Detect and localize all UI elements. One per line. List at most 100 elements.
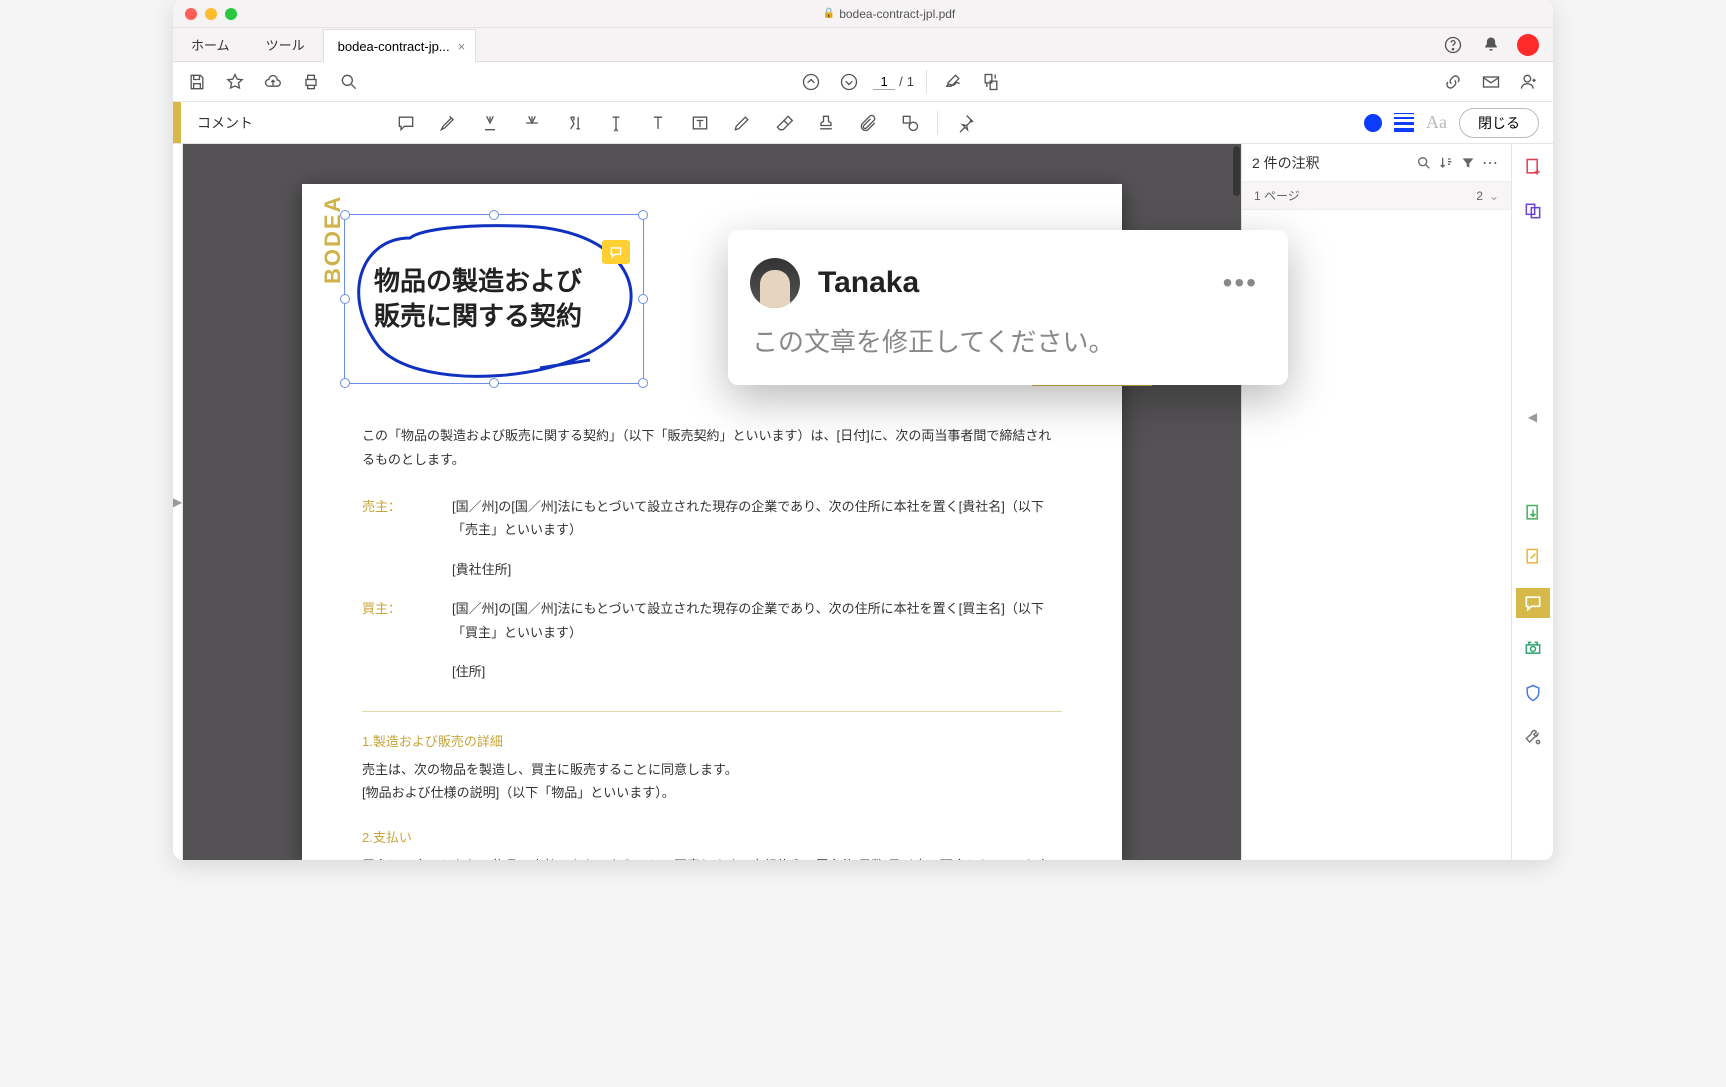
comment-toolbar: コメント Aa 閉じる <box>173 102 1553 144</box>
page-up-icon[interactable] <box>797 68 825 96</box>
share-link-icon[interactable] <box>1439 68 1467 96</box>
comment-text: この文章を修正してください。 <box>752 322 1258 359</box>
more-annotations-icon[interactable]: ⋯ <box>1479 153 1501 173</box>
sticky-note-icon[interactable] <box>389 106 423 140</box>
fill-sign-icon[interactable] <box>939 68 967 96</box>
collapse-page-annotations-icon[interactable]: ⌄ <box>1489 189 1499 203</box>
annotations-page-count: 2 <box>1476 189 1483 203</box>
window-minimize-light[interactable] <box>205 8 217 20</box>
tab-tools[interactable]: ツール <box>248 28 323 61</box>
strikethrough-icon[interactable] <box>515 106 549 140</box>
comment-popup: Tanaka ••• この文章を修正してください。 <box>728 230 1288 385</box>
font-style-button[interactable]: Aa <box>1426 112 1447 133</box>
highlight-icon[interactable] <box>431 106 465 140</box>
seller-address: [貴社住所] <box>452 558 1062 581</box>
close-tab-icon[interactable]: × <box>458 39 466 54</box>
help-icon[interactable] <box>1441 33 1465 57</box>
page-down-icon[interactable] <box>835 68 863 96</box>
search-annotations-icon[interactable] <box>1413 155 1435 171</box>
line-thickness-icon[interactable] <box>1394 113 1414 132</box>
left-panel-rail: ▶ <box>173 144 183 860</box>
comment-tool-icon[interactable] <box>1516 588 1550 618</box>
sort-annotations-icon[interactable] <box>1435 155 1457 171</box>
annotations-count: 2 件の注釈 <box>1252 153 1413 173</box>
section-1-p1: 売主は、次の物品を製造し、買主に販売することに同意します。 <box>362 758 1062 781</box>
comment-author-avatar <box>750 258 800 308</box>
seller-body: [国／州]の[国／州]法にもとづいて設立された現存の企業であり、次の住所に本社を… <box>452 495 1062 542</box>
titlebar: 🔒 bodea-contract-jpl.pdf <box>173 0 1553 28</box>
underline-icon[interactable] <box>473 106 507 140</box>
save-icon[interactable] <box>183 68 211 96</box>
organize-pages-icon[interactable] <box>977 68 1005 96</box>
resize-handle[interactable] <box>340 294 350 304</box>
expand-left-panel-icon[interactable]: ▶ <box>173 495 182 509</box>
star-icon[interactable] <box>221 68 249 96</box>
pencil-draw-icon[interactable] <box>725 106 759 140</box>
resize-handle[interactable] <box>638 378 648 388</box>
resize-handle[interactable] <box>489 210 499 220</box>
tab-document-label: bodea-contract-jp... <box>338 39 450 54</box>
text-box-icon[interactable] <box>683 106 717 140</box>
section-2-p: 買主は、次のとおりに物品の支払いをおこなうことに同意します。本契約書に署名後[日… <box>362 854 1062 860</box>
window-title: bodea-contract-jpl.pdf <box>839 7 955 21</box>
divider <box>362 711 1062 712</box>
toolbar-stripe <box>173 102 181 143</box>
window-close-light[interactable] <box>185 8 197 20</box>
combine-files-icon[interactable] <box>1520 198 1546 224</box>
eraser-icon[interactable] <box>767 106 801 140</box>
page-total: 1 <box>907 74 914 89</box>
seller-label: 売主： <box>362 495 452 581</box>
annotations-page-label: 1 ページ <box>1254 187 1300 204</box>
comment-toolbar-label: コメント <box>181 113 269 133</box>
more-tools-icon[interactable] <box>1520 724 1546 750</box>
section-2-heading: 2.支払い <box>362 826 1062 849</box>
shapes-icon[interactable] <box>893 106 927 140</box>
resize-handle[interactable] <box>340 210 350 220</box>
scan-ocr-icon[interactable] <box>1520 636 1546 662</box>
export-pdf-icon[interactable] <box>1520 500 1546 526</box>
resize-handle[interactable] <box>489 378 499 388</box>
section-1-heading: 1.製造および販売の詳細 <box>362 730 1062 753</box>
buyer-body: [国／州]の[国／州]法にもとづいて設立された現存の企業であり、次の住所に本社を… <box>452 597 1062 644</box>
buyer-address: [住所] <box>452 660 1062 683</box>
protect-icon[interactable] <box>1520 680 1546 706</box>
notifications-icon[interactable] <box>1479 33 1503 57</box>
tab-home[interactable]: ホーム <box>173 28 248 61</box>
close-button[interactable]: 閉じる <box>1459 108 1539 138</box>
add-person-icon[interactable] <box>1515 68 1543 96</box>
edit-pdf-icon[interactable] <box>1520 544 1546 570</box>
file-toolbar: / 1 <box>173 62 1553 102</box>
page-indicator: / 1 <box>873 74 914 90</box>
right-tool-rail: ◀ <box>1511 144 1553 860</box>
tabstrip: ホーム ツール bodea-contract-jp... × <box>173 28 1553 62</box>
replace-text-icon[interactable] <box>557 106 591 140</box>
section-1-p2: [物品および仕様の説明]（以下「物品」といいます）。 <box>362 781 1062 804</box>
vertical-scrollbar[interactable] <box>1233 146 1240 196</box>
resize-handle[interactable] <box>340 378 350 388</box>
color-swatch[interactable] <box>1364 114 1382 132</box>
page-current-input[interactable] <box>873 74 895 90</box>
cloud-upload-icon[interactable] <box>259 68 287 96</box>
stamp-icon[interactable] <box>809 106 843 140</box>
email-icon[interactable] <box>1477 68 1505 96</box>
buyer-label: 買主： <box>362 597 452 683</box>
text-comment-icon[interactable] <box>641 106 675 140</box>
tab-document[interactable]: bodea-contract-jp... × <box>323 29 477 62</box>
attachment-icon[interactable] <box>851 106 885 140</box>
window-zoom-light[interactable] <box>225 8 237 20</box>
zoom-icon[interactable] <box>335 68 363 96</box>
profile-avatar[interactable] <box>1517 34 1539 56</box>
print-icon[interactable] <box>297 68 325 96</box>
comment-more-icon[interactable]: ••• <box>1223 278 1258 288</box>
expand-right-panel-icon[interactable]: ◀ <box>1526 410 1540 424</box>
pin-icon[interactable] <box>948 106 982 140</box>
resize-handle[interactable] <box>638 210 648 220</box>
create-pdf-icon[interactable] <box>1520 154 1546 180</box>
intro-paragraph: この「物品の製造および販売に関する契約」（以下「販売契約」といいます）は、[日付… <box>362 424 1062 471</box>
insert-text-icon[interactable] <box>599 106 633 140</box>
filter-annotations-icon[interactable] <box>1457 155 1479 171</box>
brand-text: BODEA <box>320 195 346 284</box>
sticky-note-badge-icon[interactable] <box>602 240 630 264</box>
comment-author-name: Tanaka <box>818 266 919 300</box>
lock-icon: 🔒 <box>823 8 835 19</box>
